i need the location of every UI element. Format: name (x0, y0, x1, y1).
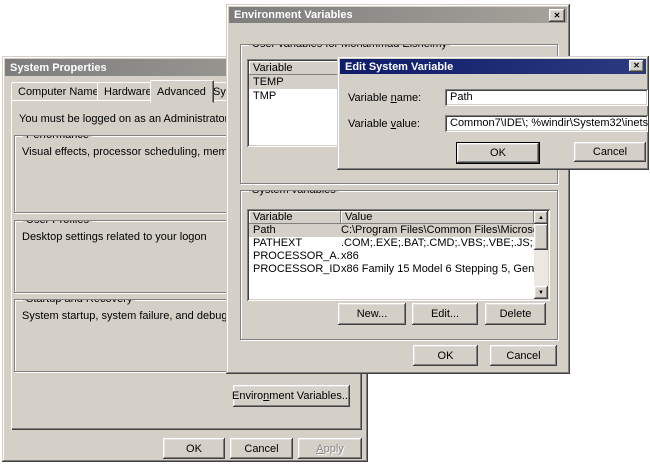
environment-variables-button[interactable]: Environment Variables... (233, 385, 350, 407)
new-button-label: New... (357, 308, 388, 320)
editdialog-cancel-label: Cancel (593, 146, 627, 158)
scroll-up-icon[interactable]: ▲ (534, 211, 548, 224)
environment-variables-title: Environment Variables (234, 9, 353, 21)
variable-name-label: Variable name: (348, 92, 421, 104)
variable-name-input[interactable]: Path (445, 89, 648, 106)
sysprops-cancel-label: Cancel (244, 443, 278, 455)
editdialog-ok-button[interactable]: OK (456, 142, 540, 164)
edit-button[interactable]: Edit... (412, 303, 478, 325)
environment-variables-titlebar[interactable]: Environment Variables ✕ (229, 7, 567, 23)
new-button[interactable]: New... (338, 303, 406, 325)
system-properties-title: System Properties (10, 62, 107, 74)
variable-value-label-post: alue: (396, 118, 420, 130)
system-variables-group-label: System variables (249, 190, 339, 197)
env-button-label-pre: Enviro (232, 390, 263, 402)
row-processor-id-value: x86 Family 15 Model 6 Stepping 5, Genu..… (341, 263, 534, 276)
scrollbar-track[interactable] (534, 250, 548, 286)
startup-recovery-group-label: Startup and Recovery (23, 299, 135, 306)
system-list-header-variable[interactable]: Variable (249, 211, 341, 224)
envvars-ok-button[interactable]: OK (413, 345, 478, 366)
sysprops-apply-label-key: A (316, 443, 323, 455)
user-variable-temp-label: TEMP (249, 75, 343, 89)
envvars-cancel-label: Cancel (506, 350, 540, 362)
tab-computer-name-label: Computer Name (18, 86, 99, 98)
edit-button-label: Edit... (431, 308, 459, 320)
edit-system-variable-window: Edit System Variable ✕ Variable name: Pa… (337, 56, 649, 170)
editdialog-ok-label: OK (490, 147, 506, 159)
tab-advanced-label: Advanced (157, 86, 206, 98)
user-profiles-group-label: User Profiles (23, 220, 92, 227)
env-button-label-post: ment Variables... (269, 390, 351, 402)
editdialog-cancel-button[interactable]: Cancel (574, 142, 646, 162)
performance-group-label: Performance (23, 135, 92, 142)
sysprops-ok-button[interactable]: OK (163, 438, 225, 459)
user-variable-tmp-label: TMP (249, 89, 343, 103)
envvars-cancel-button[interactable]: Cancel (490, 345, 557, 366)
row-processor-id-name: PROCESSOR_ID... (249, 263, 341, 276)
system-variable-row-path[interactable]: Path C:\Program Files\Common Files\Micro… (249, 224, 534, 237)
variable-value-input[interactable]: Common7\IDE\; %windir\System32\inetsrv (445, 115, 648, 132)
tab-computer-name[interactable]: Computer Name (11, 82, 105, 101)
edit-system-variable-title: Edit System Variable (345, 61, 453, 73)
scrollbar-thumb[interactable] (534, 224, 548, 250)
system-variable-row-processor-id[interactable]: PROCESSOR_ID... x86 Family 15 Model 6 St… (249, 263, 534, 276)
variable-name-label-post: ame: (397, 92, 421, 104)
row-processor-a-value: x86 (341, 250, 534, 263)
user-list-header-variable[interactable]: Variable (249, 61, 343, 75)
delete-button[interactable]: Delete (485, 303, 546, 325)
user-variables-group-label: User variables for Mohammad Elsheimy (249, 44, 450, 51)
system-variables-list[interactable]: Variable Value Path C:\Program Files\Com… (247, 209, 550, 301)
row-pathext-value: .COM;.EXE;.BAT;.CMD;.VBS;.VBE;.JS;... (341, 237, 534, 250)
system-variable-row-processor-a[interactable]: PROCESSOR_A... x86 (249, 250, 534, 263)
user-profiles-description: Desktop settings related to your logon (22, 231, 207, 243)
system-list-scrollbar[interactable]: ▲ ▼ (534, 211, 548, 299)
row-processor-a-name: PROCESSOR_A... (249, 250, 341, 263)
row-pathext-name: PATHEXT (249, 237, 341, 250)
tab-advanced[interactable]: Advanced (150, 80, 214, 103)
sysprops-cancel-button[interactable]: Cancel (230, 438, 293, 459)
system-list-header-value[interactable]: Value (341, 211, 534, 224)
system-variable-row-pathext[interactable]: PATHEXT .COM;.EXE;.BAT;.CMD;.VBS;.VBE;.J… (249, 237, 534, 250)
variable-name-label-pre: Variable (348, 92, 391, 104)
sysprops-apply-label-post: pply (324, 443, 344, 455)
close-icon[interactable]: ✕ (549, 9, 565, 22)
scroll-down-icon[interactable]: ▼ (534, 286, 548, 299)
sysprops-ok-label: OK (186, 443, 202, 455)
envvars-ok-label: OK (438, 350, 454, 362)
tab-hardware[interactable]: Hardware (97, 82, 158, 101)
row-path-name: Path (249, 224, 341, 237)
edit-system-variable-titlebar[interactable]: Edit System Variable ✕ (340, 59, 646, 74)
variable-value-label: Variable value: (348, 118, 420, 130)
close-icon[interactable]: ✕ (629, 60, 644, 72)
tab-hardware-label: Hardware (104, 86, 152, 98)
variable-value-label-pre: Variable (348, 118, 391, 130)
sysprops-apply-button[interactable]: Apply (298, 438, 362, 459)
startup-recovery-description: System startup, system failure, and debu… (22, 310, 248, 322)
row-path-value: C:\Program Files\Common Files\Microsof..… (341, 224, 534, 237)
delete-button-label: Delete (500, 308, 532, 320)
